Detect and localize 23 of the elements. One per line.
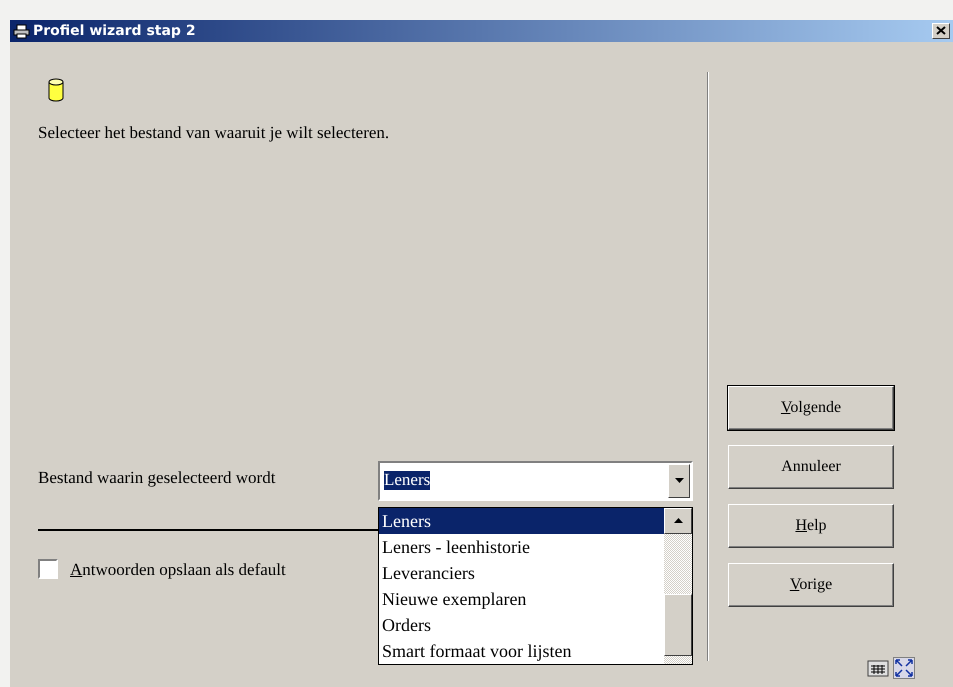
- close-button[interactable]: [932, 23, 950, 39]
- wizard-button[interactable]: Annuleer: [728, 445, 894, 489]
- close-icon: [936, 26, 946, 36]
- dropdown-option[interactable]: Leners: [379, 508, 664, 534]
- scroll-thumb[interactable]: [664, 594, 692, 656]
- dropdown-option[interactable]: Leners - leenhistorie: [379, 534, 664, 560]
- dropdown-option[interactable]: Smart formaat voor lijsten: [379, 638, 664, 664]
- wizard-button[interactable]: Volgende: [728, 386, 894, 430]
- scroll-up-icon[interactable]: [664, 508, 692, 534]
- field-label: Bestand waarin geselecteerd wordt: [38, 466, 276, 489]
- instruction-text: Selecteer het bestand van waaruit je wilt selecteren.: [38, 122, 390, 144]
- wizard-button[interactable]: Vorige: [728, 563, 894, 607]
- dropdown-option[interactable]: Leveranciers: [379, 560, 664, 586]
- window-title: Profiel wizard stap 2: [33, 22, 196, 40]
- checkbox[interactable]: [38, 559, 58, 580]
- scrollbar[interactable]: [664, 508, 692, 664]
- dropdown-option[interactable]: Nieuwe exemplaren: [379, 586, 664, 612]
- wizard-button[interactable]: Help: [728, 504, 894, 548]
- printer-icon: [13, 24, 30, 38]
- checkbox-label[interactable]: Antwoorden opslaan als default: [70, 556, 286, 582]
- fullscreen-icon[interactable]: [893, 657, 915, 679]
- database-icon: [48, 78, 64, 102]
- dropdown-option[interactable]: Orders: [379, 612, 664, 638]
